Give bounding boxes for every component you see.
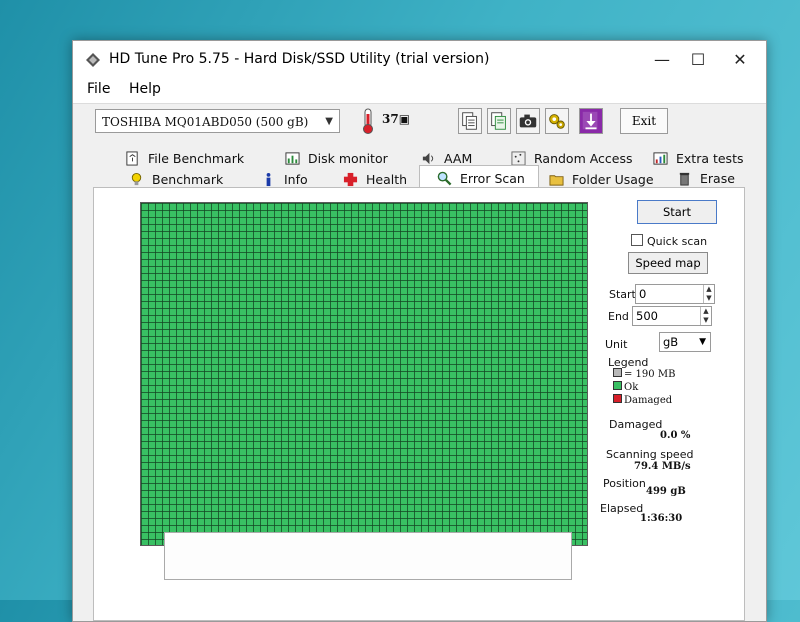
grid-icon [511,151,526,166]
chevron-down-icon: ▼ [325,116,333,127]
copy-text-button[interactable] [487,108,511,134]
save-button[interactable] [579,108,603,134]
window-title: HD Tune Pro 5.75 - Hard Disk/SSD Utility… [109,51,490,67]
thermometer-icon [363,108,373,134]
checkbox-box[interactable] [631,234,643,246]
app-logo-icon [86,53,100,67]
file-benchmark-icon [126,151,138,166]
scanning-speed-value: 79.4 MB/s [634,461,691,472]
end-input-value: 500 [636,309,658,323]
copy-info-icon [462,112,477,130]
legend-damaged: Damaged [613,394,672,406]
tab-erase[interactable]: Erase [677,169,735,189]
gears-icon [549,114,565,129]
legend-damaged-swatch [613,394,622,403]
unit-label: Unit [605,338,628,351]
options-button[interactable] [545,108,569,134]
copy-info-button[interactable] [458,108,482,134]
spin-up-icon[interactable]: ▲ [703,285,714,294]
speed-map-button[interactable]: Speed map [628,252,708,274]
legend-ok-swatch [613,381,622,390]
position-label: Position [603,477,646,490]
extra-tests-icon [653,152,668,165]
drive-select[interactable]: TOSHIBA MQ01ABD050 (500 gB) ▼ [95,109,340,133]
speaker-icon [422,152,434,165]
app-window: HD Tune Pro 5.75 - Hard Disk/SSD Utility… [72,40,767,622]
folder-icon [549,175,564,186]
screenshot-button[interactable] [516,108,540,134]
trash-icon [679,172,690,186]
start-input[interactable]: 0 ▲ ▼ [635,284,715,304]
scan-log-box [164,532,572,580]
unit-select[interactable]: gB ▼ [659,332,711,352]
temperature-value: 37▣ [382,112,411,126]
unit-select-value: gB [663,335,679,349]
damaged-label: Damaged [609,418,663,431]
exit-button[interactable]: Exit [620,108,668,134]
menu-help[interactable]: Help [129,81,161,97]
download-arrow-icon [582,111,598,130]
start-button[interactable]: Start [637,200,717,224]
chevron-down-icon: ▼ [699,337,706,347]
menu-bar: File Help [73,79,766,104]
start-label: Start [609,288,636,301]
legend-ok: Ok [613,381,638,393]
elapsed-label: Elapsed [600,502,644,515]
error-scan-panel: Start Quick scan Speed map Start 0 ▲ ▼ En… [93,187,745,621]
title-bar: HD Tune Pro 5.75 - Hard Disk/SSD Utility… [73,41,766,79]
tab-extra-tests[interactable]: Extra tests [653,149,744,169]
maximize-button[interactable]: ☐ [677,45,719,75]
tab-error-scan[interactable]: Error Scan [437,169,525,189]
menu-file[interactable]: File [87,81,110,97]
spin-up-icon[interactable]: ▲ [700,307,711,316]
scan-block-map [140,202,588,546]
copy-text-icon [491,112,506,130]
legend-block-swatch [613,368,622,377]
spin-down-icon[interactable]: ▼ [703,294,714,303]
celsius-icon: ▣ [398,112,411,126]
drive-select-value: TOSHIBA MQ01ABD050 (500 gB) [102,115,309,129]
end-label: End [608,310,629,323]
red-cross-icon [343,172,358,187]
toolbar: TOSHIBA MQ01ABD050 (500 gB) ▼ 37▣ Exit [73,103,766,143]
scanning-speed-label: Scanning speed [606,448,694,461]
tab-file-benchmark[interactable]: File Benchmark [125,149,244,169]
bar-chart-icon [285,152,300,165]
quick-scan-checkbox[interactable]: Quick scan [631,234,707,248]
position-value: 499 gB [646,486,686,497]
close-button[interactable]: ✕ [719,45,761,75]
damaged-value: 0.0 % [660,430,691,441]
legend-block: = 190 MB [613,368,675,380]
camera-icon [519,114,537,128]
magnifier-icon [437,171,452,186]
quick-scan-label: Quick scan [647,235,708,248]
elapsed-value: 1:36:30 [640,513,683,524]
info-icon [266,172,271,187]
spin-down-icon[interactable]: ▼ [700,316,711,325]
lightbulb-icon [131,172,142,186]
start-input-value: 0 [639,287,647,301]
end-input[interactable]: 500 ▲ ▼ [632,306,712,326]
tab-disk-monitor[interactable]: Disk monitor [285,149,388,169]
